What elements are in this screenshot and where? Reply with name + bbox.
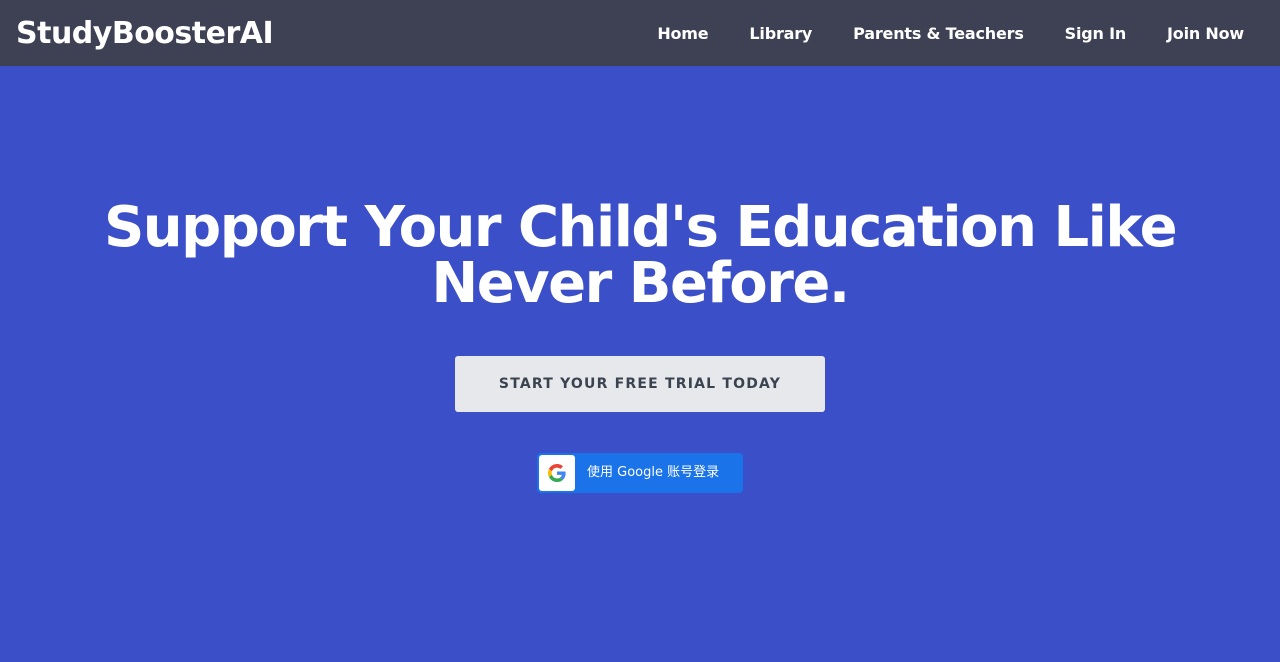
google-sign-in-label: 使用 Google 账号登录: [587, 465, 720, 480]
nav-link-sign-in[interactable]: Sign In: [1065, 24, 1127, 43]
hero-section: Support Your Child's Education Like Neve…: [0, 66, 1280, 662]
nav-link-parents-teachers[interactable]: Parents & Teachers: [853, 24, 1024, 43]
google-logo-container: [539, 455, 575, 491]
nav-link-join-now[interactable]: Join Now: [1167, 24, 1244, 43]
brand-logo-link[interactable]: StudyBoosterAI: [16, 14, 274, 54]
nav-links: Home Library Parents & Teachers Sign In …: [657, 0, 1244, 66]
google-g-icon: [548, 464, 566, 482]
google-sign-in-button[interactable]: 使用 Google 账号登录: [537, 453, 743, 493]
nav-link-home[interactable]: Home: [657, 24, 708, 43]
top-navbar: StudyBoosterAI Home Library Parents & Te…: [0, 0, 1280, 66]
start-free-trial-button[interactable]: START YOUR FREE TRIAL TODAY: [455, 356, 825, 412]
nav-link-library[interactable]: Library: [749, 24, 812, 43]
hero-headline: Support Your Child's Education Like Neve…: [103, 195, 1178, 316]
